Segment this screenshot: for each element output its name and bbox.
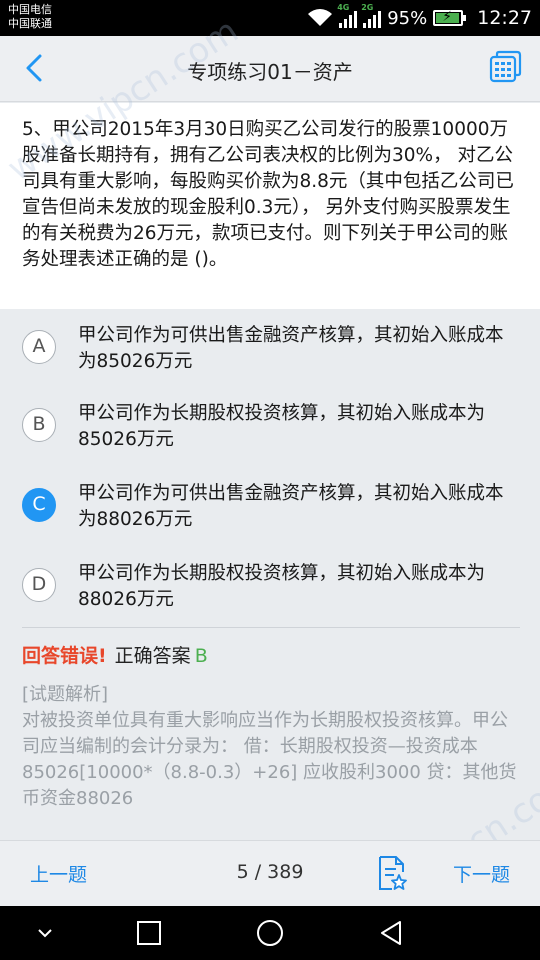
signal-icon-1: 4G [337, 3, 358, 28]
option-c-badge[interactable]: C [22, 488, 56, 522]
option-c[interactable]: C 甲公司作为可供出售金融资产核算，其初始入账成本为88026万元 [0, 469, 540, 549]
page-title: 专项练习01－资产 [187, 60, 353, 84]
next-question-button[interactable]: 下一题 [453, 860, 510, 887]
divider [22, 627, 520, 628]
option-a-badge[interactable]: A [22, 330, 56, 364]
status-icons: 4G 2G 95% ⚡ 12:27 [307, 0, 532, 36]
chevron-down-icon[interactable] [30, 918, 60, 948]
correct-answer-value: B [194, 645, 208, 667]
wifi-icon [308, 9, 333, 26]
option-c-text: 甲公司作为可供出售金融资产核算，其初始入账成本为88026万元 [78, 483, 504, 530]
question-card: 5、甲公司2015年3月30日购买乙公司发行的股票10000万股准备长期持有，拥… [0, 103, 540, 309]
battery-charging-icon: ⚡ [433, 9, 467, 26]
analysis-text: 对被投资单位具有重大影响应当作为长期股权投资核算。甲公司应当编制的会计分录为： … [22, 710, 517, 809]
correct-answer-label: 正确答案 [114, 645, 191, 667]
system-nav-bar [0, 906, 540, 960]
bottom-bar: 上一题 5 / 389 下一题 [0, 840, 540, 906]
battery-percent: 95% [387, 7, 428, 29]
status-bar: 中国电信 中国联通 4G 2G 95% ⚡ 12:27 [0, 0, 540, 36]
analysis-heading: [试题解析] [22, 684, 109, 705]
option-d-text: 甲公司作为长期股权投资核算，其初始入账成本为88026万元 [78, 563, 486, 610]
network-2: 2G [361, 3, 374, 12]
back-triangle-icon[interactable] [376, 918, 406, 948]
option-a[interactable]: A 甲公司作为可供出售金融资产核算，其初始入账成本为85026万元 [0, 309, 540, 389]
recents-square-icon[interactable] [134, 918, 164, 948]
clock: 12:27 [477, 7, 532, 29]
home-circle-icon[interactable] [255, 918, 285, 948]
answer-result: 回答错误! 正确答案 B [22, 643, 208, 669]
app-header: 专项练习01－资产 [0, 36, 540, 102]
carrier-1: 中国电信 [8, 3, 52, 16]
answer-sheet-icon[interactable] [488, 50, 522, 84]
carrier-2: 中国联通 [8, 17, 52, 30]
option-d-badge[interactable]: D [22, 568, 56, 602]
option-b-text: 甲公司作为长期股权投资核算，其初始入账成本为85026万元 [78, 403, 486, 450]
option-b[interactable]: B 甲公司作为长期股权投资核算，其初始入账成本为85026万元 [0, 389, 540, 469]
option-d[interactable]: D 甲公司作为长期股权投资核算，其初始入账成本为88026万元 [0, 549, 540, 629]
signal-icon-2: 2G [361, 3, 382, 28]
question-text: 5、甲公司2015年3月30日购买乙公司发行的股票10000万股准备长期持有，拥… [22, 119, 514, 270]
favorite-note-icon[interactable] [376, 855, 408, 891]
wrong-answer-label: 回答错误! [22, 645, 107, 667]
carrier-names: 中国电信 中国联通 [8, 3, 52, 31]
analysis-section: [试题解析] 对被投资单位具有重大影响应当作为长期股权投资核算。甲公司应当编制的… [22, 682, 522, 812]
network-1: 4G [337, 3, 350, 12]
option-b-badge[interactable]: B [22, 408, 56, 442]
option-a-text: 甲公司作为可供出售金融资产核算，其初始入账成本为85026万元 [78, 325, 504, 372]
